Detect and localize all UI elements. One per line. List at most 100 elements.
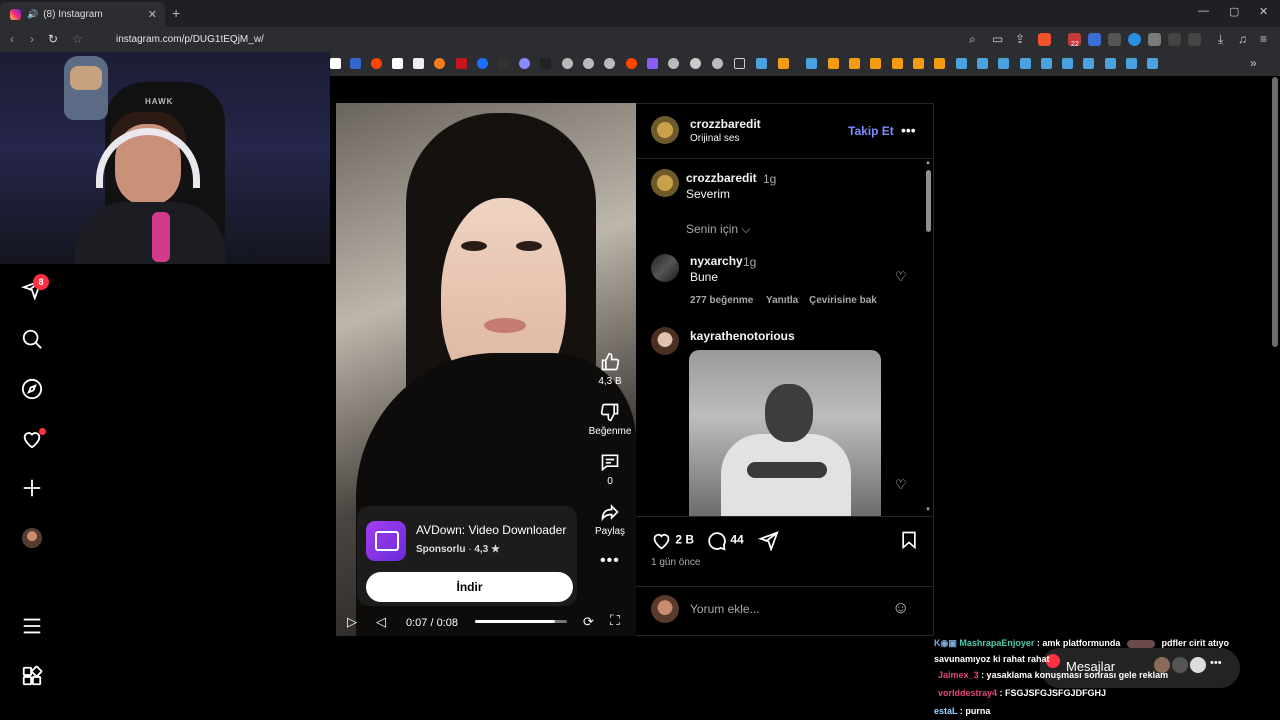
bookmark-icon[interactable] (647, 58, 658, 69)
forward-icon[interactable]: › (30, 32, 34, 46)
back-icon[interactable]: ‹ (10, 32, 14, 46)
new-tab-button[interactable]: + (172, 5, 180, 21)
bookmark-icon[interactable] (870, 58, 881, 69)
comment-like-heart-icon[interactable]: ♡ (895, 477, 907, 493)
share-icon[interactable]: ⇪ (1015, 32, 1025, 46)
sort-dropdown[interactable]: Senin için ⌵ (686, 222, 750, 237)
folder-icon[interactable] (734, 58, 745, 69)
post-more-icon[interactable]: ••• (901, 122, 916, 138)
steam-bookmark-icon[interactable] (1083, 58, 1094, 69)
brave-shield-icon[interactable] (1038, 33, 1051, 46)
scroll-down-icon[interactable]: ▼ (925, 507, 931, 513)
bookmark-icon[interactable] (434, 58, 445, 69)
minimize-button[interactable]: — (1198, 5, 1209, 17)
author-avatar[interactable] (651, 116, 679, 144)
bookmark-icon[interactable] (934, 58, 945, 69)
comment-likes[interactable]: 277 beğenme (690, 295, 753, 306)
bookmark-icon[interactable] (828, 58, 839, 69)
comment-input[interactable]: Yorum ekle... (690, 602, 760, 616)
bookmark-icon[interactable] (778, 58, 789, 69)
page-scrollbar[interactable] (1272, 77, 1278, 347)
extension-window-icon[interactable] (1148, 33, 1161, 46)
media-icon[interactable]: ♫ (1238, 32, 1247, 46)
ad-install-button[interactable]: İndir (366, 572, 573, 602)
bookmark-icon[interactable] (583, 58, 594, 69)
emoji-icon[interactable]: ☺ (892, 598, 909, 618)
url-field[interactable]: instagram.com/p/DUG1tEQjM_w/ (116, 34, 264, 45)
video-more-options-icon[interactable]: ••• (600, 552, 620, 570)
bookmark-icon[interactable] (690, 58, 701, 69)
steam-bookmark-icon[interactable] (756, 58, 767, 69)
video-progress-bar[interactable] (475, 620, 567, 623)
close-window-button[interactable]: ✕ (1259, 5, 1268, 18)
comment-gif-image[interactable] (689, 350, 881, 516)
comment-username[interactable]: nyxarchy (690, 254, 743, 268)
steam-bookmark-icon[interactable] (1041, 58, 1052, 69)
steam-bookmark-icon[interactable] (1147, 58, 1158, 69)
explore-compass-icon[interactable] (20, 377, 44, 401)
video-share-button[interactable]: Paylaş (580, 502, 640, 537)
bookmark-icon[interactable] (913, 58, 924, 69)
steam-bookmark-icon[interactable] (1126, 58, 1137, 69)
extension-vpn-icon[interactable] (1128, 33, 1141, 46)
scroll-up-icon[interactable]: ▲ (925, 160, 931, 166)
apps-grid-icon[interactable] (20, 664, 44, 688)
create-plus-icon[interactable] (20, 476, 44, 500)
cast-icon[interactable]: ▭ (992, 32, 1003, 46)
steam-bookmark-icon[interactable] (998, 58, 1009, 69)
ad-title[interactable]: AVDown: Video Downloader (416, 523, 566, 537)
comment-translate-button[interactable]: Çevirisine bak (809, 295, 877, 306)
p-bookmark-icon[interactable] (392, 58, 403, 69)
follow-button[interactable]: Takip Et (848, 124, 894, 138)
bookmark-icon[interactable] (456, 58, 467, 69)
caption-username[interactable]: crozzbaredit (686, 171, 757, 185)
comment-username[interactable]: kayrathenotorious (690, 329, 795, 343)
comments-scrollbar[interactable] (926, 170, 931, 232)
video-like-button[interactable]: 4,3 B (580, 352, 640, 387)
bookmark-icon[interactable] (712, 58, 723, 69)
browser-tab-instagram[interactable]: 🔊 (8) Instagram ✕ (0, 2, 165, 27)
x-bookmark-icon[interactable] (330, 58, 341, 69)
extensions-puzzle-icon[interactable] (1168, 33, 1181, 46)
search-icon[interactable] (20, 327, 44, 351)
bookmark-icon[interactable] (350, 58, 361, 69)
steam-bookmark-icon[interactable] (1062, 58, 1073, 69)
bookmark-icon[interactable] (604, 58, 615, 69)
comment-avatar[interactable] (651, 254, 679, 282)
comment-reply-button[interactable]: Yanıtla (766, 295, 798, 306)
caption-author-avatar[interactable] (651, 169, 679, 197)
reload-icon[interactable]: ↻ (48, 32, 58, 46)
profile-avatar[interactable] (22, 528, 42, 548)
bookmark-icon[interactable] (849, 58, 860, 69)
author-username[interactable]: crozzbaredit (690, 117, 761, 131)
post-comment-button[interactable]: 44 (706, 530, 744, 551)
mute-speaker-icon[interactable]: ◁ (376, 614, 386, 630)
post-like-button[interactable]: 2 B (651, 530, 694, 551)
more-bookmarks-icon[interactable]: » (1250, 56, 1257, 70)
close-tab-icon[interactable]: ✕ (148, 8, 157, 21)
steam-bookmark-icon[interactable] (977, 58, 988, 69)
sidebar-toggle-icon[interactable] (1188, 33, 1201, 46)
play-icon[interactable]: ▷ (347, 614, 357, 630)
amazon-bookmark-icon[interactable] (413, 58, 424, 69)
reddit-bookmark-icon[interactable] (371, 58, 382, 69)
reddit-bookmark-icon[interactable] (626, 58, 637, 69)
more-menu-icon[interactable] (20, 614, 44, 638)
steam-bookmark-icon[interactable] (1020, 58, 1031, 69)
bookmark-icon[interactable] (498, 58, 509, 69)
zoom-icon[interactable]: ⌕ (969, 32, 976, 47)
menu-icon[interactable]: ≡ (1260, 32, 1267, 46)
fullscreen-icon[interactable]: ⛶ (610, 612, 620, 629)
bookmark-icon[interactable] (519, 58, 530, 69)
speaker-icon[interactable]: 🔊 (27, 9, 38, 20)
replay-icon[interactable]: ⟳ (583, 614, 594, 630)
steam-bookmark-icon[interactable] (1105, 58, 1116, 69)
post-share-button[interactable] (757, 530, 779, 552)
audio-label[interactable]: Orijinal ses (690, 133, 739, 144)
bookmark-star-icon[interactable]: ☆ (72, 32, 83, 46)
extension-audio-icon[interactable] (1088, 33, 1101, 46)
bookmark-icon[interactable] (562, 58, 573, 69)
extension-wallet-icon[interactable] (1108, 33, 1121, 46)
bookmark-icon[interactable] (892, 58, 903, 69)
maximize-button[interactable]: ▢ (1229, 5, 1239, 18)
